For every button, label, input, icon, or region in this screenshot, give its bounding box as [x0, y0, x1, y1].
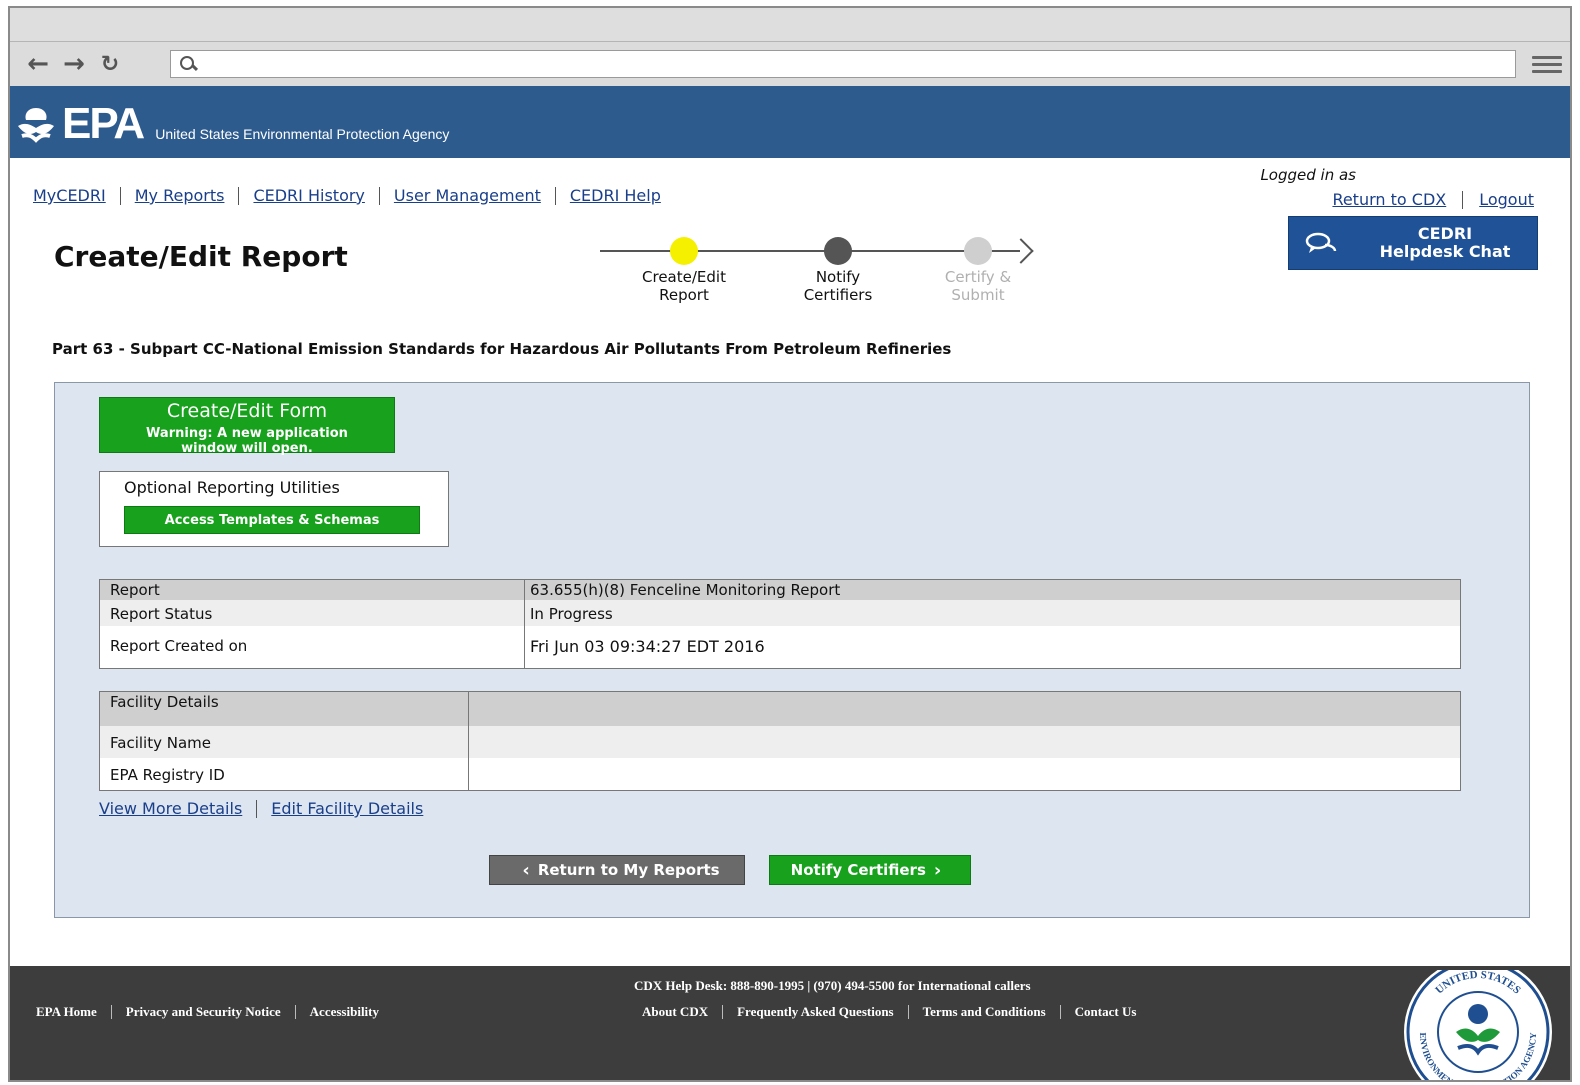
page-footer: EPA Home Privacy and Security Notice Acc…: [10, 966, 1570, 1080]
facility-details-table: Facility Details Facility Name EPA Regis…: [99, 691, 1461, 791]
back-arrow-icon[interactable]: ←: [20, 46, 56, 82]
footer-terms-link[interactable]: Terms and Conditions: [923, 1004, 1046, 1020]
address-bar[interactable]: [170, 50, 1516, 78]
report-value: 63.655(h)(8) Fenceline Monitoring Report: [530, 581, 841, 599]
nav-mycedri[interactable]: MyCEDRI: [33, 186, 106, 205]
utilities-title: Optional Reporting Utilities: [124, 478, 340, 497]
progress-steps: Create/Edit Report Notify Certifiers Certi…: [590, 234, 1050, 314]
report-info-table: Report 63.655(h)(8) Fenceline Monitoring…: [99, 579, 1461, 669]
return-to-my-reports-button[interactable]: ‹ Return to My Reports: [489, 855, 745, 885]
footer-helpdesk-text: CDX Help Desk: 888-890-1995 | (970) 494-…: [634, 978, 1031, 993]
report-status-label: Report Status: [110, 605, 213, 623]
edit-facility-details-link[interactable]: Edit Facility Details: [271, 799, 423, 818]
report-label: Report: [110, 581, 160, 599]
chat-bubble-icon: [1305, 232, 1337, 253]
search-icon: [179, 55, 197, 73]
step-dot-certify: [964, 237, 992, 265]
footer-privacy-link[interactable]: Privacy and Security Notice: [126, 1004, 281, 1020]
address-input[interactable]: [197, 52, 1515, 76]
nav-cedri-history[interactable]: CEDRI History: [253, 186, 364, 205]
browser-window: ← → ↻ EPA United States Environmental Pr…: [8, 6, 1572, 1082]
form-button-title: Create/Edit Form: [166, 400, 328, 422]
epa-logo-text: EPA: [62, 99, 145, 148]
report-created-value: Fri Jun 03 09:34:27 EDT 2016: [530, 637, 765, 656]
nav-my-reports[interactable]: My Reports: [135, 186, 225, 205]
browser-toolbar: ← → ↻: [10, 42, 1570, 86]
epa-seal-icon: UNITED STATES ENVIRONMENTAL PROTECTION A…: [1404, 970, 1552, 1080]
access-templates-button[interactable]: Access Templates & Schemas: [124, 506, 420, 534]
epa-flower-icon: [18, 108, 54, 143]
registry-id-label: EPA Registry ID: [110, 766, 225, 784]
page-title: Create/Edit Report: [54, 240, 348, 273]
step-label-certify: Certify & Submit: [944, 268, 1012, 304]
footer-left-links: EPA Home Privacy and Security Notice Acc…: [36, 1004, 379, 1020]
notify-certifiers-button[interactable]: Notify Certifiers ›: [769, 855, 971, 885]
report-status-value: In Progress: [530, 605, 613, 623]
facility-links: View More Details Edit Facility Details: [99, 799, 423, 818]
report-panel: Create/Edit Form Warning: A new applicat…: [54, 382, 1530, 918]
hamburger-menu-icon[interactable]: [1532, 50, 1562, 78]
chevron-left-icon: ‹: [522, 859, 530, 881]
view-more-details-link[interactable]: View More Details: [99, 799, 242, 818]
helpdesk-chat-label: CEDRI Helpdesk Chat: [1379, 224, 1511, 261]
logged-in-label: Logged in as: [1260, 166, 1356, 184]
logout-link[interactable]: Logout: [1479, 190, 1534, 209]
helpdesk-chat-button[interactable]: CEDRI Helpdesk Chat: [1288, 216, 1538, 270]
step-label-notify: Notify Certifiers: [803, 268, 873, 304]
step-dot-create: [670, 237, 698, 265]
agency-name: United States Environmental Protection A…: [155, 126, 450, 142]
create-edit-form-button[interactable]: Create/Edit Form Warning: A new applicat…: [99, 397, 395, 456]
epa-logo[interactable]: EPA United States Environmental Protecti…: [14, 99, 450, 148]
progress-arrow-icon: [1008, 238, 1034, 264]
form-button-warning: Warning: A new application window will o…: [146, 426, 348, 456]
facility-name-label: Facility Name: [110, 734, 211, 752]
footer-contact-link[interactable]: Contact Us: [1075, 1004, 1137, 1020]
top-nav: MyCEDRI My Reports CEDRI History User Ma…: [33, 186, 661, 205]
footer-cdx-links: About CDX Frequently Asked Questions Ter…: [642, 1004, 1136, 1020]
footer-faq-link[interactable]: Frequently Asked Questions: [737, 1004, 894, 1020]
forward-arrow-icon[interactable]: →: [56, 46, 92, 82]
nav-user-management[interactable]: User Management: [394, 186, 541, 205]
account-block: Logged in as Return to CDX Logout: [1260, 166, 1534, 209]
epa-header: EPA United States Environmental Protecti…: [10, 86, 1570, 158]
subpart-title: Part 63 - Subpart CC-National Emission S…: [52, 340, 952, 358]
page-body: MyCEDRI My Reports CEDRI History User Ma…: [10, 158, 1570, 966]
footer-epa-home-link[interactable]: EPA Home: [36, 1004, 97, 1020]
return-to-cdx-link[interactable]: Return to CDX: [1332, 190, 1446, 209]
step-label-create: Create/Edit Report: [642, 268, 726, 304]
reporting-utilities-box: Optional Reporting Utilities Access Temp…: [99, 471, 449, 547]
reload-icon[interactable]: ↻: [92, 46, 128, 82]
chevron-right-icon: ›: [933, 859, 942, 881]
browser-tabstrip: [10, 8, 1570, 42]
footer-accessibility-link[interactable]: Accessibility: [310, 1004, 379, 1020]
footer-about-cdx-link[interactable]: About CDX: [642, 1004, 708, 1020]
facility-details-header: Facility Details: [110, 693, 219, 711]
nav-cedri-help[interactable]: CEDRI Help: [570, 186, 661, 205]
report-created-label: Report Created on: [110, 637, 248, 655]
step-dot-notify: [824, 237, 852, 265]
